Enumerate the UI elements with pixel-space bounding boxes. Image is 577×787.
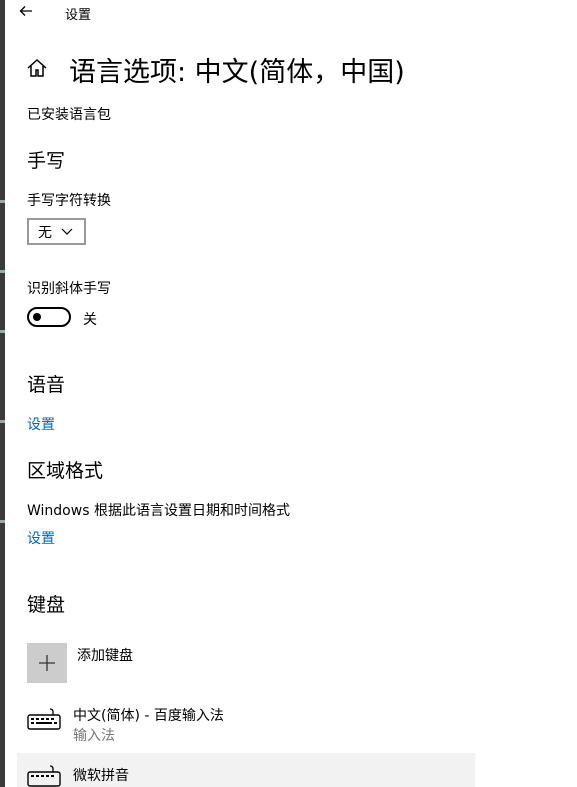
keyboard-heading: 键盘 [27, 594, 66, 616]
toggle-state-text: 关 [83, 312, 97, 328]
region-format-heading: 区域格式 [27, 460, 104, 482]
chevron-down-icon [61, 228, 73, 235]
back-arrow-icon [19, 6, 32, 16]
add-keyboard-button[interactable]: 添加键盘 [27, 643, 133, 683]
toggle-knob [33, 313, 41, 321]
add-keyboard-tile [27, 643, 67, 683]
left-window-edge [0, 0, 5, 787]
speech-heading: 语音 [27, 374, 66, 396]
handwriting-conversion-label: 手写字符转换 [27, 193, 111, 209]
keyboard-item-subtitle: 输入法 [73, 728, 115, 744]
handwriting-conversion-dropdown[interactable]: 无 [27, 218, 86, 245]
keyboard-icon [27, 708, 61, 730]
window-title: 设置 [65, 8, 92, 23]
keyboard-icon [27, 765, 61, 787]
installed-language-pack-label: 已安装语言包 [27, 107, 111, 123]
page-title: 语言选项: 中文(简体，中国) [69, 57, 405, 88]
italic-handwriting-toggle[interactable] [27, 307, 71, 327]
keyboard-item[interactable]: 微软拼音 [17, 753, 475, 787]
speech-settings-link[interactable]: 设置 [27, 414, 55, 434]
home-button[interactable] [26, 57, 48, 83]
region-format-description: Windows 根据此语言设置日期和时间格式 [27, 503, 290, 519]
keyboard-item-name: 微软拼音 [73, 768, 129, 784]
region-settings-link[interactable]: 设置 [27, 528, 55, 548]
add-keyboard-label: 添加键盘 [77, 648, 133, 664]
italic-handwriting-label: 识别斜体手写 [27, 281, 111, 297]
dropdown-value: 无 [38, 224, 52, 241]
back-button[interactable] [18, 3, 34, 23]
keyboard-item-name: 中文(简体) - 百度输入法 [73, 708, 224, 724]
handwriting-heading: 手写 [27, 150, 66, 172]
home-icon [27, 58, 47, 77]
plus-icon [39, 655, 55, 671]
keyboard-item[interactable]: 中文(简体) - 百度输入法 输入法 [17, 700, 475, 748]
